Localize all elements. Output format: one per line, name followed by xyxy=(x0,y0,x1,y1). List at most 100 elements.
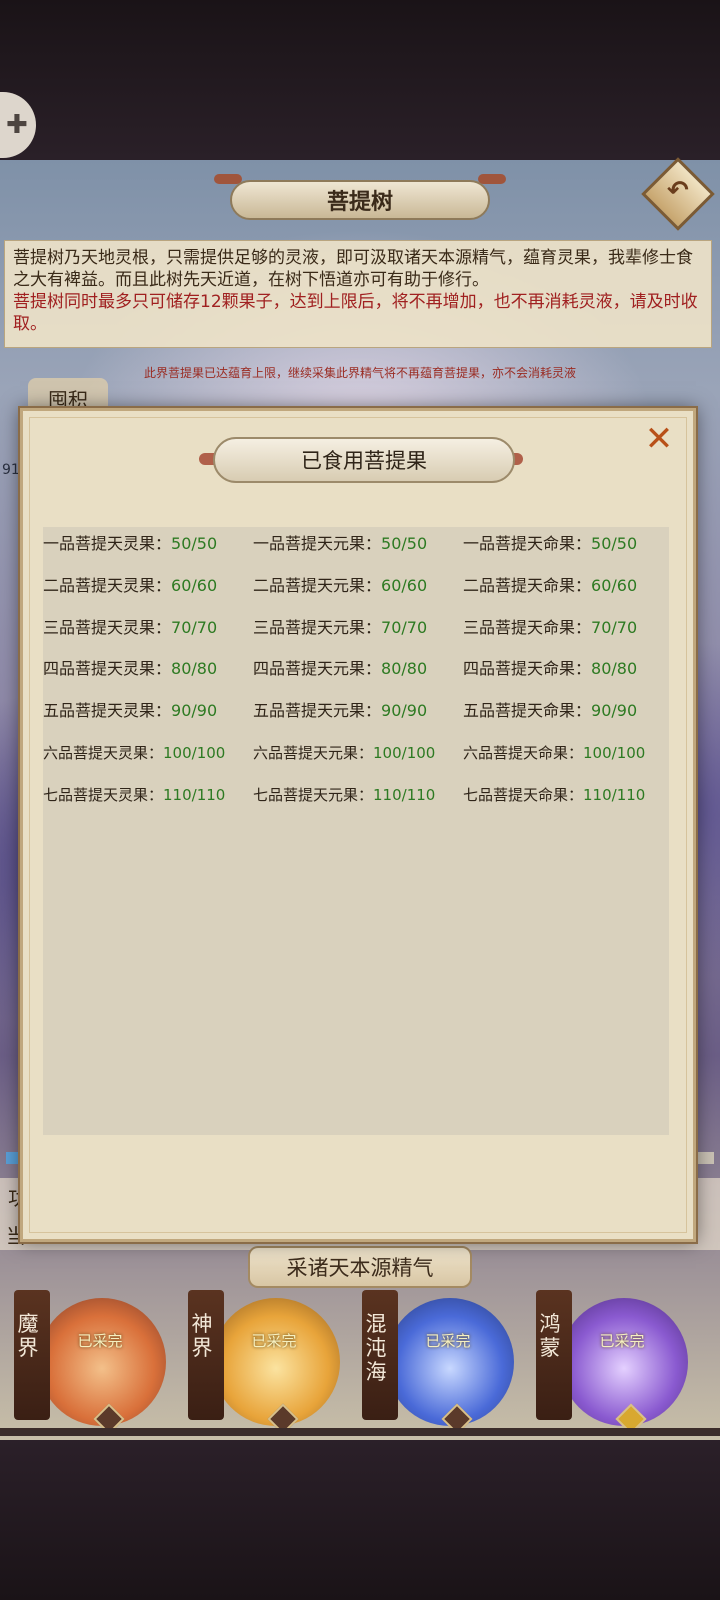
realm-name: 鸿蒙 xyxy=(539,1312,561,1360)
realm-card-mojie[interactable]: 魔界 已采完 xyxy=(10,1290,180,1435)
fruit-name: 二品菩提天元果： xyxy=(253,575,382,595)
fruit-name: 六品菩提天命果： xyxy=(463,744,584,762)
fruit-count: 70/70 xyxy=(171,617,218,637)
fruit-count: 70/70 xyxy=(591,617,638,637)
back-button[interactable]: ↶ xyxy=(641,157,715,231)
fruit-name: 二品菩提天命果： xyxy=(463,575,592,595)
fruit-row: 一品菩提天灵果：50/50 一品菩提天元果：50/50 一品菩提天命果：50/50 xyxy=(43,529,669,559)
fruit-row: 七品菩提天灵果：110/110 七品菩提天元果：110/110 七品菩提天命果：11… xyxy=(43,780,669,810)
realm-card-hundunhai[interactable]: 混沌海 已采完 xyxy=(358,1290,528,1435)
fruit-count: 100/100 xyxy=(163,744,226,762)
top-letterbox xyxy=(0,0,720,160)
fruit-count: 110/110 xyxy=(163,785,226,804)
fruit-name: 六品菩提天元果： xyxy=(253,744,374,762)
fruit-cell: 一品菩提天灵果：50/50 xyxy=(43,529,217,559)
fruit-name: 七品菩提天命果： xyxy=(463,785,584,804)
realm-state: 已采完 xyxy=(251,1332,297,1350)
fruit-count: 60/60 xyxy=(171,575,218,595)
bottom-separator xyxy=(0,1428,720,1436)
close-icon: ✕ xyxy=(644,419,674,459)
fruit-cell: 七品菩提天命果：110/110 xyxy=(463,780,645,810)
fruit-cell: 三品菩提天元果：70/70 xyxy=(253,613,427,643)
warning-text: 菩提树同时最多只可储存12颗果子，达到上限后，将不再增加，也不再消耗灵液，请及时… xyxy=(13,292,698,334)
fruit-list-panel: 一品菩提天灵果：50/50 一品菩提天元果：50/50 一品菩提天命果：50/50 二… xyxy=(43,527,669,1135)
fruit-count: 110/110 xyxy=(583,785,646,804)
collect-plaque: 采诸天本源精气 xyxy=(248,1246,472,1288)
fruit-row: 五品菩提天灵果：90/90 五品菩提天元果：90/90 五品菩提天命果：90/90 xyxy=(43,696,669,726)
fruit-name: 四品菩提天灵果： xyxy=(43,659,172,679)
fruit-count: 60/60 xyxy=(381,575,428,595)
realm-state: 已采完 xyxy=(77,1332,123,1350)
realm-name: 神界 xyxy=(191,1312,213,1360)
fruit-row: 四品菩提天灵果：80/80 四品菩提天元果：80/80 四品菩提天命果：80/80 xyxy=(43,654,669,684)
fruit-cell: 一品菩提天元果：50/50 xyxy=(253,529,427,559)
bottom-letterbox xyxy=(0,1440,720,1600)
fruit-count: 90/90 xyxy=(591,701,638,721)
fruit-count: 90/90 xyxy=(381,701,428,721)
fruit-cell: 六品菩提天灵果：100/100 xyxy=(43,738,225,768)
fruit-name: 一品菩提天元果： xyxy=(253,534,382,553)
scene-title-plaque: 菩提树 xyxy=(230,180,490,220)
fruit-name: 七品菩提天元果： xyxy=(253,785,374,804)
fruit-count: 80/80 xyxy=(381,659,428,679)
fruit-count: 100/100 xyxy=(373,744,436,762)
realm-card-hongmeng[interactable]: 鸿蒙 已采完 xyxy=(532,1290,702,1435)
side-number: 91 xyxy=(2,462,20,478)
realm-orb xyxy=(212,1298,340,1426)
close-button[interactable]: ✕ xyxy=(641,421,677,457)
fruit-row: 三品菩提天灵果：70/70 三品菩提天元果：70/70 三品菩提天命果：70/70 xyxy=(43,613,669,643)
scene-title: 菩提树 xyxy=(326,190,393,215)
fruit-count: 60/60 xyxy=(591,575,638,595)
fruit-cell: 一品菩提天命果：50/50 xyxy=(463,529,637,559)
fruit-cell: 五品菩提天元果：90/90 xyxy=(253,696,427,726)
limit-note: 此界菩提果已达蕴育上限，继续采集此界精气将不再蕴育菩提果，亦不会消耗灵液 xyxy=(143,366,576,380)
fruit-cell: 六品菩提天元果：100/100 xyxy=(253,738,435,768)
fruit-count: 70/70 xyxy=(381,617,428,637)
fruit-name: 二品菩提天灵果： xyxy=(43,575,172,595)
fruit-name: 三品菩提天元果： xyxy=(253,617,382,637)
fruit-name: 三品菩提天灵果： xyxy=(43,617,172,637)
fruit-count: 90/90 xyxy=(171,701,218,721)
modal-title: 已食用菩提果 xyxy=(301,449,427,473)
fruit-cell: 四品菩提天灵果：80/80 xyxy=(43,654,217,684)
fruit-name: 四品菩提天元果： xyxy=(253,659,382,679)
realm-state: 已采完 xyxy=(599,1332,645,1350)
fruit-name: 一品菩提天命果： xyxy=(463,534,592,553)
fruit-count: 50/50 xyxy=(381,534,428,553)
realm-orb xyxy=(386,1298,514,1426)
fruit-cell: 七品菩提天灵果：110/110 xyxy=(43,780,225,810)
fruit-name: 五品菩提天灵果： xyxy=(43,701,172,721)
fruit-cell: 三品菩提天命果：70/70 xyxy=(463,613,637,643)
eaten-fruits-dialog: 已食用菩提果 ✕ 一品菩提天灵果：50/50 一品菩提天元果：50/50 一品菩提天… xyxy=(20,408,696,1242)
fruit-cell: 二品菩提天命果：60/60 xyxy=(463,571,637,601)
fruit-row: 六品菩提天灵果：100/100 六品菩提天元果：100/100 六品菩提天命果：10… xyxy=(43,738,669,768)
realm-orb xyxy=(38,1298,166,1426)
collect-title: 采诸天本源精气 xyxy=(286,1256,434,1280)
fruit-count: 80/80 xyxy=(591,659,638,679)
fruit-cell: 七品菩提天元果：110/110 xyxy=(253,780,435,810)
fruit-name: 三品菩提天命果： xyxy=(463,617,592,637)
modal-title-plaque: 已食用菩提果 xyxy=(213,437,515,483)
puzzle-icon: ✚ xyxy=(6,110,28,140)
fruit-count: 80/80 xyxy=(171,659,218,679)
realm-name: 魔界 xyxy=(17,1312,39,1360)
fruit-row: 二品菩提天灵果：60/60 二品菩提天元果：60/60 二品菩提天命果：60/60 xyxy=(43,571,669,601)
fruit-name: 七品菩提天灵果： xyxy=(43,785,164,804)
realm-card-shenjie[interactable]: 神界 已采完 xyxy=(184,1290,354,1435)
fruit-name: 五品菩提天命果： xyxy=(463,701,592,721)
fruit-count: 100/100 xyxy=(583,744,646,762)
fruit-name: 一品菩提天灵果： xyxy=(43,534,172,553)
fruit-count: 50/50 xyxy=(591,534,638,553)
fruit-cell: 二品菩提天灵果：60/60 xyxy=(43,571,217,601)
fruit-cell: 三品菩提天灵果：70/70 xyxy=(43,613,217,643)
fruit-name: 四品菩提天命果： xyxy=(463,659,592,679)
back-arrow-icon: ↶ xyxy=(667,176,689,207)
fruit-cell: 六品菩提天命果：100/100 xyxy=(463,738,645,768)
realm-name: 混沌海 xyxy=(365,1312,387,1384)
realm-state: 已采完 xyxy=(425,1332,471,1350)
fruit-cell: 四品菩提天命果：80/80 xyxy=(463,654,637,684)
description-box: 菩提树乃天地灵根，只需提供足够的灵液，即可汲取诸天本源精气，蕴育灵果，我辈修士食… xyxy=(4,240,712,348)
fruit-cell: 四品菩提天元果：80/80 xyxy=(253,654,427,684)
realm-orb xyxy=(560,1298,688,1426)
fruit-count: 110/110 xyxy=(373,785,436,804)
